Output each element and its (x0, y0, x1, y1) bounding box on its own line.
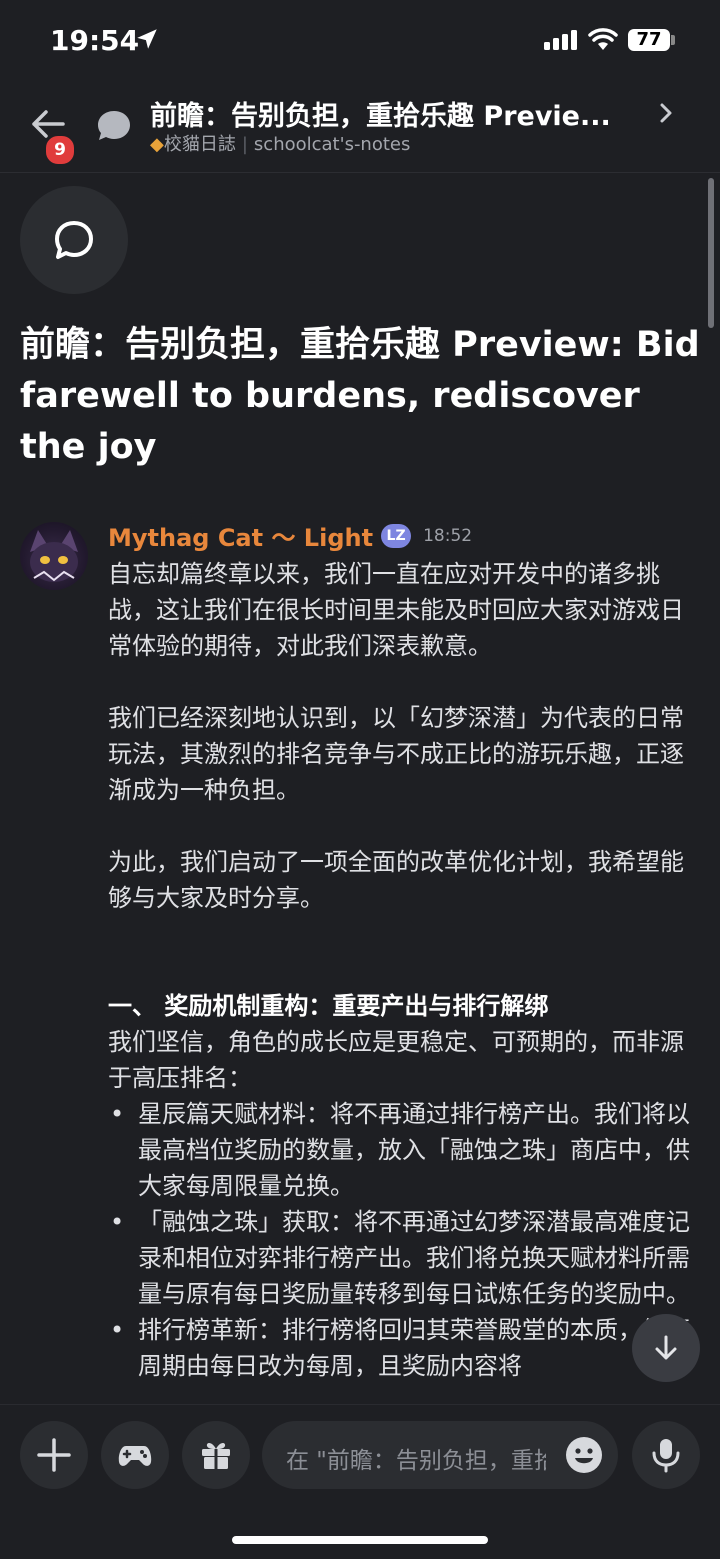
location-arrow-icon (137, 29, 157, 49)
message-header: Mythag Cat ～ Light LZ 18:52 (108, 518, 472, 553)
chat-bubble-icon (55, 221, 93, 259)
diamond-icon: ◆ (150, 134, 164, 155)
channel-name: schoolcat's-notes (253, 134, 411, 155)
thread-header: 9 前瞻：告别负担，重拾乐趣 Previe... ◆校貓日誌 | schoolcat… (0, 80, 720, 173)
chevron-right-icon[interactable] (656, 102, 676, 124)
gift-button[interactable] (182, 1421, 250, 1489)
section-intro: 我们坚信，角色的成长应是更稳定、可预期的，而非源于高压排名： (108, 1028, 684, 1092)
voice-message-button[interactable] (632, 1421, 700, 1489)
message-paragraph: 为此，我们启动了一项全面的改革优化计划，我希望能够与大家及时分享。 (108, 848, 684, 912)
list-item: 「融蚀之珠」获取：将不再通过幻梦深潜最高难度记录和相位对弈排行榜产出。我们将兑换… (108, 1204, 704, 1312)
thread-starter-icon-circle (20, 186, 128, 294)
separator: | (241, 134, 248, 155)
add-button[interactable] (20, 1421, 88, 1489)
battery-indicator: 77 (628, 29, 670, 51)
thread-title: 前瞻：告别负担，重拾乐趣 Preview: Bid farewell to bu… (20, 325, 700, 467)
jump-to-bottom-button[interactable] (632, 1314, 700, 1382)
composer-divider (0, 1390, 720, 1404)
wifi-icon (588, 28, 618, 50)
list-item: 排行榜革新：排行榜将回归其荣誉殿堂的本质，结算周期由每日改为每周，且奖励内容将 (108, 1312, 704, 1384)
status-time: 19:54 (50, 24, 140, 57)
home-indicator[interactable] (232, 1536, 488, 1544)
server-name: 校貓日誌 (163, 134, 236, 155)
cellular-signal-icon (544, 30, 577, 50)
header-subtitle: ◆校貓日誌 | schoolcat's-notes (150, 130, 410, 156)
message-paragraph: 我们已经深刻地认识到，以「幻梦深潜」为代表的日常玩法，其激烈的排名竞争与不成正比… (108, 704, 684, 804)
message-body: 自忘却篇终章以来，我们一直在应对开发中的诸多挑战，这让我们在很长时间里未能及时回… (108, 556, 704, 1384)
list-item: 星辰篇天赋材料：将不再通过排行榜产出。我们将以最高档位奖励的数量，放入「融蚀之珠… (108, 1096, 704, 1204)
bullet-list: 星辰篇天赋材料：将不再通过排行榜产出。我们将以最高档位奖励的数量，放入「融蚀之珠… (108, 1096, 704, 1384)
role-badge[interactable]: LZ (381, 523, 412, 548)
avatar[interactable] (20, 522, 88, 590)
message-input-placeholder: 在 "前瞻：告别负担，重拾乐趣 Preview..." (286, 1448, 546, 1474)
battery-cap (671, 35, 675, 45)
author-name[interactable]: Mythag Cat ～ Light (108, 524, 373, 552)
message-input[interactable]: 在 "前瞻：告别负担，重拾乐趣 Preview..." (262, 1421, 618, 1489)
message-paragraph: 自忘却篇终章以来，我们一直在应对开发中的诸多挑战，这让我们在很长时间里未能及时回… (108, 560, 684, 660)
gamepad-icon (118, 1446, 152, 1466)
apps-button[interactable] (101, 1421, 169, 1489)
arrow-down-icon (655, 1335, 677, 1360)
plus-icon (37, 1438, 71, 1472)
header-title[interactable]: 前瞻：告别负担，重拾乐趣 Previe... (150, 94, 630, 133)
thread-bubble-icon (98, 111, 130, 140)
avatar-cat-image (30, 530, 78, 582)
gift-icon (202, 1442, 230, 1469)
section-heading: 一、 奖励机制重构：重要产出与排行解绑 (108, 992, 549, 1020)
scrollbar[interactable] (708, 178, 714, 328)
microphone-icon (652, 1439, 680, 1473)
timestamp: 18:52 (423, 525, 473, 546)
unread-badge: 9 (44, 134, 76, 166)
status-bar: 19:54 77 (0, 0, 720, 80)
emoji-icon[interactable] (564, 1435, 604, 1475)
